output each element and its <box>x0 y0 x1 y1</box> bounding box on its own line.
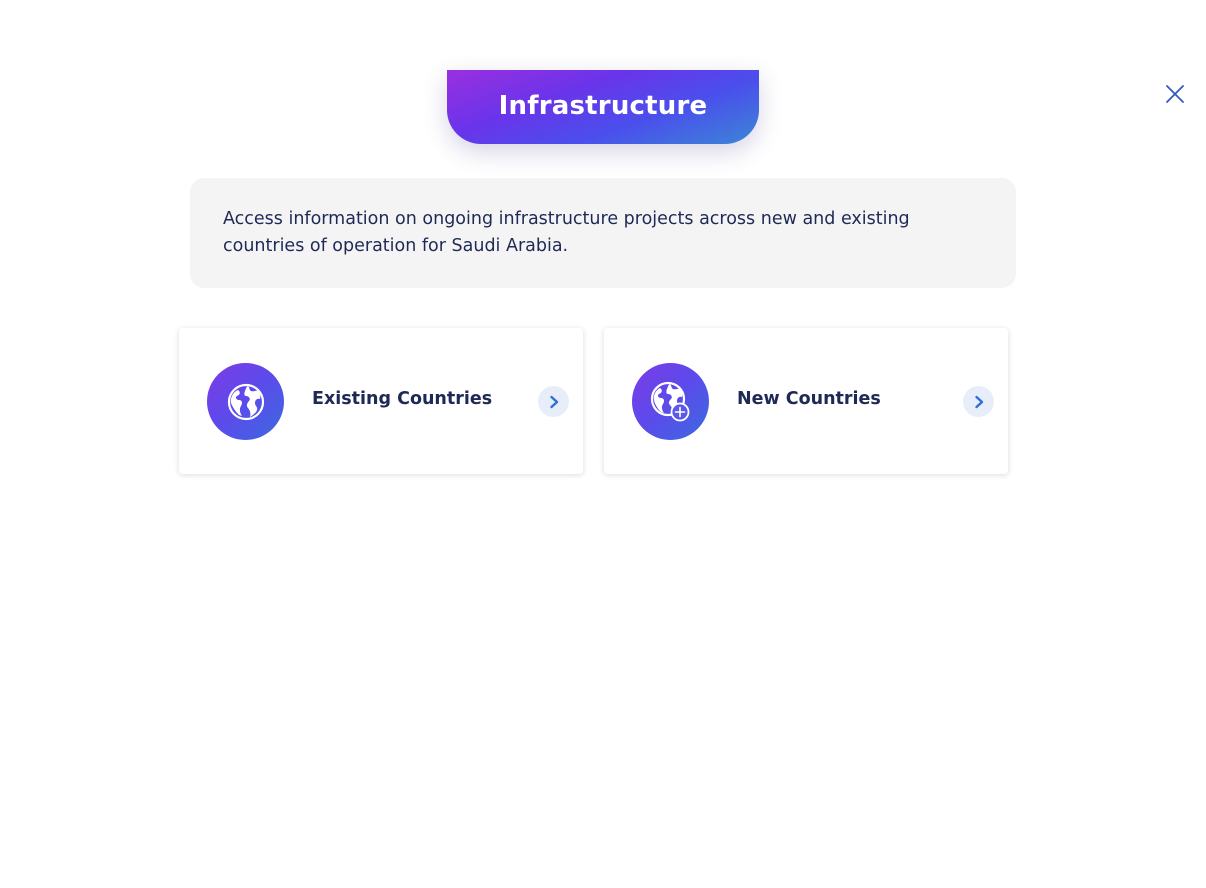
existing-countries-card[interactable]: Existing Countries <box>179 328 583 474</box>
close-button[interactable] <box>1161 80 1189 108</box>
title-tab: Infrastructure <box>447 70 759 144</box>
existing-countries-arrow-button[interactable] <box>538 386 569 417</box>
existing-countries-label: Existing Countries <box>312 389 493 409</box>
globe-plus-icon <box>650 381 689 421</box>
globe-icon <box>227 383 264 420</box>
page-title: Infrastructure <box>498 91 708 121</box>
info-panel: Access information on ongoing infrastruc… <box>190 178 1016 288</box>
info-text: Access information on ongoing infrastruc… <box>223 209 910 256</box>
new-countries-label: New Countries <box>737 389 881 409</box>
new-countries-arrow-button[interactable] <box>963 386 994 417</box>
new-countries-icon-badge <box>632 363 709 440</box>
chevron-right-icon <box>974 395 983 408</box>
close-icon <box>1166 85 1184 103</box>
new-countries-card[interactable]: New Countries <box>604 328 1008 474</box>
modal-page: Infrastructure Access information on ong… <box>0 0 1206 888</box>
existing-countries-icon-badge <box>207 363 284 440</box>
chevron-right-icon <box>549 395 558 408</box>
